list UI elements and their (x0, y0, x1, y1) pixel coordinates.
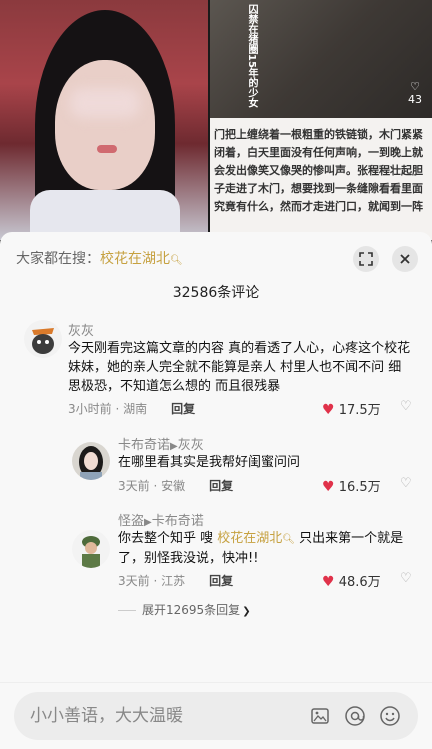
search-icon: 🔍︎ (170, 255, 183, 266)
reply-arrow-icon: ▶ (170, 441, 178, 452)
trending-search[interactable]: 大家都在搜：校花在湖北🔍︎ (16, 248, 183, 268)
reply-button[interactable]: 回复 (209, 574, 233, 588)
story-likes[interactable]: ♡ 43 (408, 80, 422, 106)
comment-input-container[interactable] (14, 692, 418, 740)
reply-username[interactable]: 卡布奇诺▶灰灰 (118, 434, 204, 453)
reply-button[interactable]: 回复 (171, 402, 195, 416)
comment-text: 今天刚看完这篇文章的内容 真的看透了人心，心疼这个校花妹妹，她的亲人完全就不能算… (68, 341, 411, 394)
comment-username[interactable]: 灰灰 (68, 320, 94, 339)
like-button[interactable]: ♥ 16.5万 (322, 476, 381, 495)
comment-location: 湖南 (123, 402, 148, 416)
comment-text-before: 你去整个知乎 嗖 (118, 531, 218, 546)
avatar-soldier-icon (72, 530, 110, 568)
heart-icon: ♥ (322, 574, 335, 590)
comment-text: 在哪里看其实是我帮好闺蜜问问 (118, 455, 301, 470)
story-text: 门把上缠绕着一根粗重的铁链锁，木门紧紧闭着，白天里面没有任何声响，一到晚上就会发… (214, 128, 423, 213)
expand-button[interactable] (353, 246, 379, 272)
mosaic-blur (70, 88, 140, 118)
comment-sheet: 大家都在搜：校花在湖北🔍︎ 32586条评论 灰灰 今天刚看完这篇文章的内容 真… (0, 232, 432, 749)
comment-input-bar (0, 682, 432, 749)
comment-meta: 3天前 · 安徽 回复 (118, 479, 234, 493)
emoji-button[interactable] (378, 704, 402, 728)
comment-input[interactable] (30, 704, 290, 728)
image-icon (311, 708, 329, 724)
comment-meta: 3天前 · 江苏 回复 (118, 574, 234, 588)
avatar[interactable] (24, 320, 62, 358)
story-like-count: 43 (408, 93, 422, 106)
like-button[interactable]: ♥ 48.6万 (322, 571, 381, 590)
mention-button[interactable] (343, 704, 367, 728)
at-icon (345, 706, 365, 726)
avatar[interactable] (72, 530, 110, 568)
like-count: 16.5万 (338, 480, 381, 495)
expand-icon (359, 252, 373, 266)
comment-time: 3天前 (118, 574, 150, 588)
emoji-icon (380, 706, 400, 726)
reply-username[interactable]: 怪盗▶卡布奇诺 (118, 510, 204, 529)
like-count: 48.6万 (338, 575, 381, 590)
comment-time: 3小时前 (68, 402, 112, 416)
comment-location: 江苏 (161, 574, 186, 588)
expand-replies-label: 展开12695条回复 (142, 603, 241, 617)
comment-keyword-link[interactable]: 校花在湖北 (217, 531, 282, 546)
like-button[interactable]: ♥ 17.5万 (322, 399, 381, 418)
comment-location: 安徽 (161, 479, 186, 493)
like-count: 17.5万 (338, 403, 381, 418)
dislike-icon[interactable]: ♡ (400, 476, 412, 491)
comment-meta: 3小时前 · 湖南 回复 (68, 402, 196, 416)
divider-line (118, 610, 136, 611)
close-icon (400, 254, 410, 264)
story-tag: 囚禁在猪圈15年的少女 (246, 4, 257, 108)
mouth-shape (97, 145, 117, 153)
expand-replies-button[interactable]: 展开12695条回复 ❯ (118, 601, 251, 618)
search-keyword[interactable]: 校花在湖北 (100, 251, 170, 267)
dislike-icon[interactable]: ♡ (400, 571, 412, 586)
heart-outline-icon: ♡ (410, 80, 420, 93)
heart-icon: ♥ (322, 479, 335, 495)
reply-target[interactable]: 卡布奇诺 (152, 514, 204, 529)
chevron-down-icon: ❯ (242, 606, 251, 617)
dislike-icon[interactable]: ♡ (400, 399, 412, 414)
right-story-card[interactable]: 囚禁在猪圈15年的少女 ♡ 43 门把上缠绕着一根粗重的铁链锁，木门紧紧闭着，白… (210, 0, 432, 240)
video-background: 囚禁在猪圈15年的少女 ♡ 43 门把上缠绕着一根粗重的铁链锁，木门紧紧闭着，白… (0, 0, 432, 240)
comment-time: 3天前 (118, 479, 150, 493)
image-button[interactable] (308, 704, 332, 728)
left-video-thumbnail[interactable] (0, 0, 208, 240)
reply-target[interactable]: 灰灰 (178, 438, 204, 453)
reply-author[interactable]: 卡布奇诺 (118, 438, 170, 453)
avatar-wolf-icon (24, 320, 62, 358)
reply-author[interactable]: 怪盗 (118, 514, 144, 529)
close-button[interactable] (392, 246, 418, 272)
avatar[interactable] (72, 442, 110, 480)
search-prefix: 大家都在搜： (16, 251, 100, 267)
reply-arrow-icon: ▶ (144, 517, 152, 528)
comment-count: 32586条评论 (172, 285, 260, 301)
face-shape (55, 60, 155, 190)
comment-text: 你去整个知乎 嗖 校花在湖北🔍︎ 只出来第一个就是了，别怪我没说，快冲!! (118, 529, 416, 568)
search-icon: 🔍︎ (282, 534, 295, 545)
heart-icon: ♥ (322, 402, 335, 418)
avatar-girl-icon (72, 442, 110, 480)
reply-button[interactable]: 回复 (209, 479, 233, 493)
